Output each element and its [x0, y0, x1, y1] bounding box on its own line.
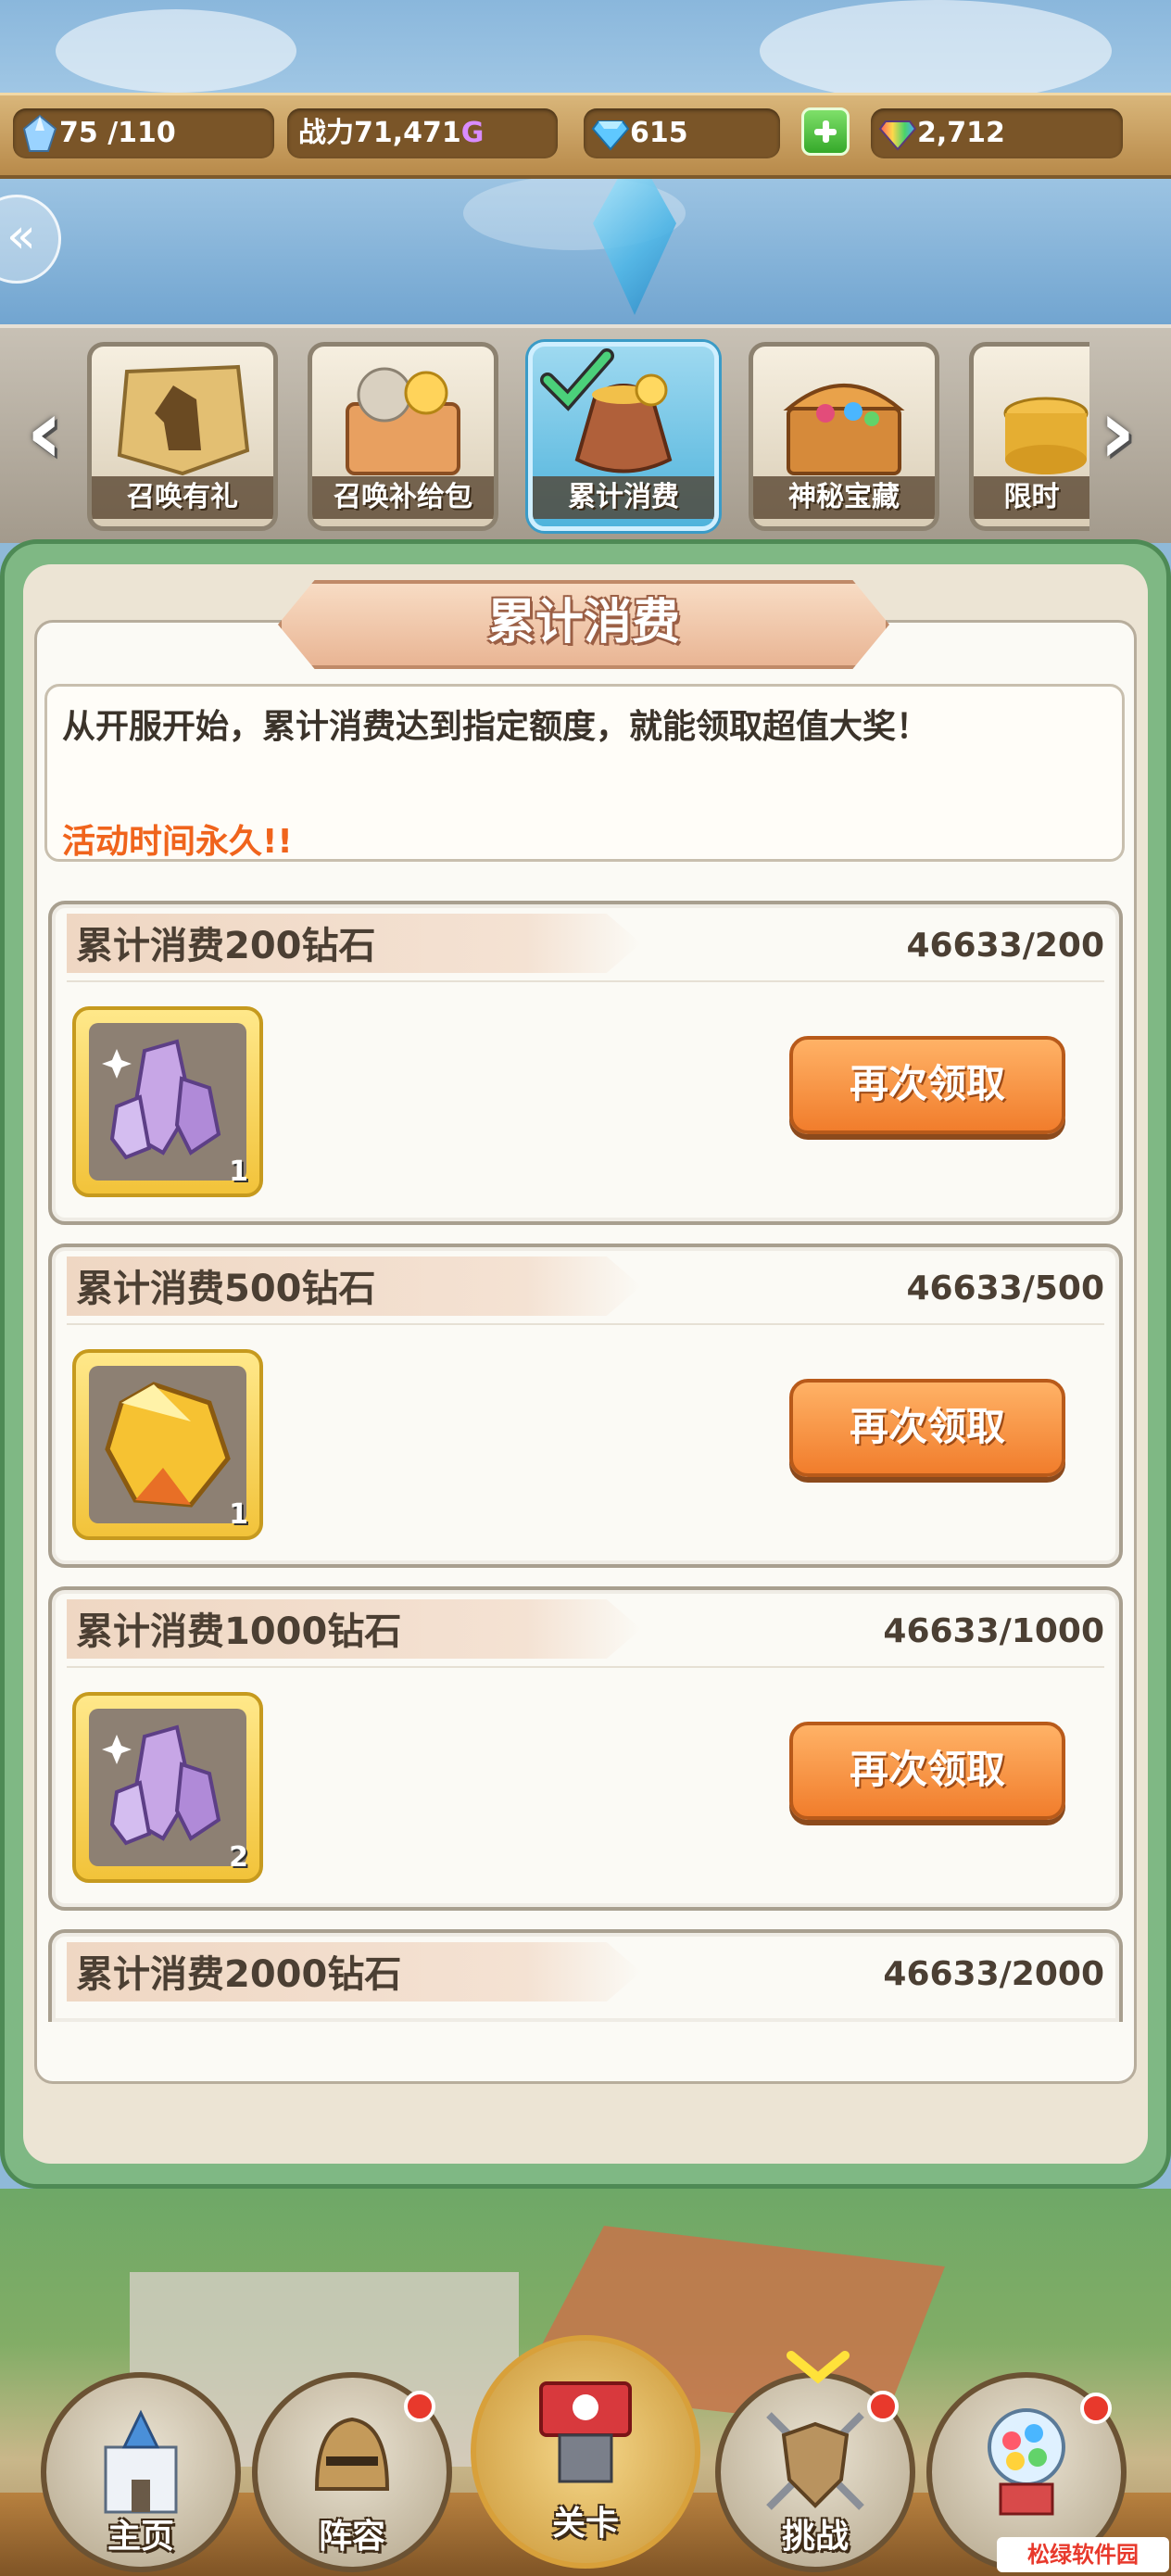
shield-swords-icon	[766, 2412, 864, 2510]
reward-tier-row: 累计消费500钻石 46633/500 1 再次领取	[48, 1244, 1123, 1568]
event-description-box: 从开服开始，累计消费达到指定额度，就能领取超值大奖！ 活动时间永久!!	[44, 684, 1125, 862]
bottom-navigation: 主页 阵容 关卡 挑战	[0, 2335, 1171, 2576]
item-quantity: 1	[229, 1155, 248, 1188]
nav-stages[interactable]: 关卡	[471, 2335, 700, 2569]
reward-tier-row: 累计消费1000钻石 46633/1000 2 再次领取	[48, 1586, 1123, 1911]
tab-summon-gift[interactable]: 召唤有礼	[87, 342, 278, 531]
power-value: 战力71,471	[298, 117, 461, 149]
tier-progress: 46633/200	[906, 927, 1104, 965]
tier-title: 累计消费2000钻石	[76, 1953, 402, 1996]
reward-tier-row: 累计消费200钻石 46633/200 1 再次领取	[48, 901, 1123, 1225]
item-quantity: 1	[229, 1498, 248, 1531]
crystal-stamina-icon	[22, 114, 57, 152]
chevron-right-icon[interactable]: ›	[1091, 385, 1143, 487]
tier-title: 累计消费1000钻石	[76, 1610, 402, 1653]
diamond-icon	[591, 120, 630, 151]
nav-label: 关卡	[551, 2505, 619, 2543]
reward-item-slot[interactable]: 1	[72, 1349, 263, 1540]
treasure-coins-icon	[346, 367, 460, 475]
nav-lineup[interactable]: 阵容	[252, 2372, 452, 2572]
reward-tier-row: 累计消费2000钻石 46633/2000	[48, 1929, 1123, 2022]
nav-label: 挑战	[781, 2518, 849, 2556]
event-description: 从开服开始，累计消费达到指定额度，就能领取超值大奖！	[62, 708, 930, 746]
nav-home[interactable]: 主页	[41, 2372, 241, 2572]
add-diamond-button[interactable]	[801, 107, 850, 156]
tier-progress: 46633/2000	[883, 1955, 1104, 1993]
tab-label: 神秘宝藏	[753, 476, 935, 519]
tower-flag-icon	[539, 2381, 632, 2483]
stamina-counter: 75 /110	[13, 108, 274, 158]
chevron-down-icon	[787, 2351, 850, 2384]
item-quantity: 2	[229, 1841, 248, 1874]
nav-label: 阵容	[318, 2518, 385, 2556]
tier-progress: 46633/500	[906, 1269, 1104, 1307]
tab-mystery-treasure[interactable]: 神秘宝藏	[749, 342, 939, 531]
tab-label: 限时	[974, 476, 1089, 519]
notification-badge	[404, 2391, 435, 2422]
tab-limited-time[interactable]: 限时	[969, 342, 1089, 531]
notification-badge	[1080, 2393, 1112, 2424]
tier-title: 累计消费200钻石	[76, 925, 376, 967]
gold-coin-stack-icon	[1003, 397, 1089, 474]
knight-chess-icon	[117, 364, 250, 476]
power-unit: G	[460, 117, 485, 149]
rainbow-gem-counter: 2,712	[871, 108, 1123, 158]
panel-title-ribbon: 累计消费	[278, 580, 889, 669]
power-display: 战力71,471G	[287, 108, 558, 158]
claim-again-button[interactable]: 再次领取	[789, 1722, 1065, 1820]
reward-item-slot[interactable]: 1	[72, 1006, 263, 1197]
event-duration: 活动时间永久!!	[62, 823, 293, 861]
tab-label: 召唤补给包	[312, 476, 494, 519]
rainbow-gem-value: 2,712	[917, 117, 1005, 149]
reward-item-slot[interactable]: 2	[72, 1692, 263, 1883]
gacha-machine-icon	[988, 2408, 1065, 2516]
gold-crystal-icon	[105, 1382, 231, 1508]
checkmark-icon	[540, 348, 614, 411]
chevron-left-icon[interactable]: ‹	[19, 385, 70, 487]
event-tab-strip: ‹ 召唤有礼 召唤补给包 累计消费 神秘宝藏 限时 ›	[0, 324, 1171, 543]
tier-title: 累计消费500钻石	[76, 1268, 376, 1310]
castle-icon	[104, 2409, 178, 2514]
nav-label: 主页	[107, 2518, 174, 2556]
helmet-icon	[314, 2417, 390, 2491]
tab-cumulative-spending[interactable]: 累计消费	[528, 342, 719, 531]
diamond-value: 615	[630, 117, 688, 149]
notification-badge	[867, 2391, 899, 2422]
panel-title: 累计消费	[486, 595, 680, 650]
tab-summon-pack[interactable]: 召唤补给包	[308, 342, 498, 531]
treasure-chest-icon	[783, 384, 905, 475]
tab-label: 召唤有礼	[92, 476, 273, 519]
rainbow-gem-icon	[878, 120, 917, 151]
diamond-counter: 615	[584, 108, 780, 158]
purple-crystal-icon	[102, 1724, 221, 1846]
tier-progress: 46633/1000	[883, 1612, 1104, 1650]
watermark: 松绿软件园	[997, 2537, 1169, 2572]
claim-again-button[interactable]: 再次领取	[789, 1379, 1065, 1477]
resource-bar: 75 /110 战力71,471G 615 2,712	[0, 93, 1171, 179]
claim-again-button[interactable]: 再次领取	[789, 1036, 1065, 1134]
purple-crystal-icon	[102, 1039, 221, 1160]
nav-challenge[interactable]: 挑战	[715, 2351, 915, 2572]
stamina-value: 75 /110	[59, 117, 176, 149]
tab-label: 累计消费	[533, 476, 714, 519]
